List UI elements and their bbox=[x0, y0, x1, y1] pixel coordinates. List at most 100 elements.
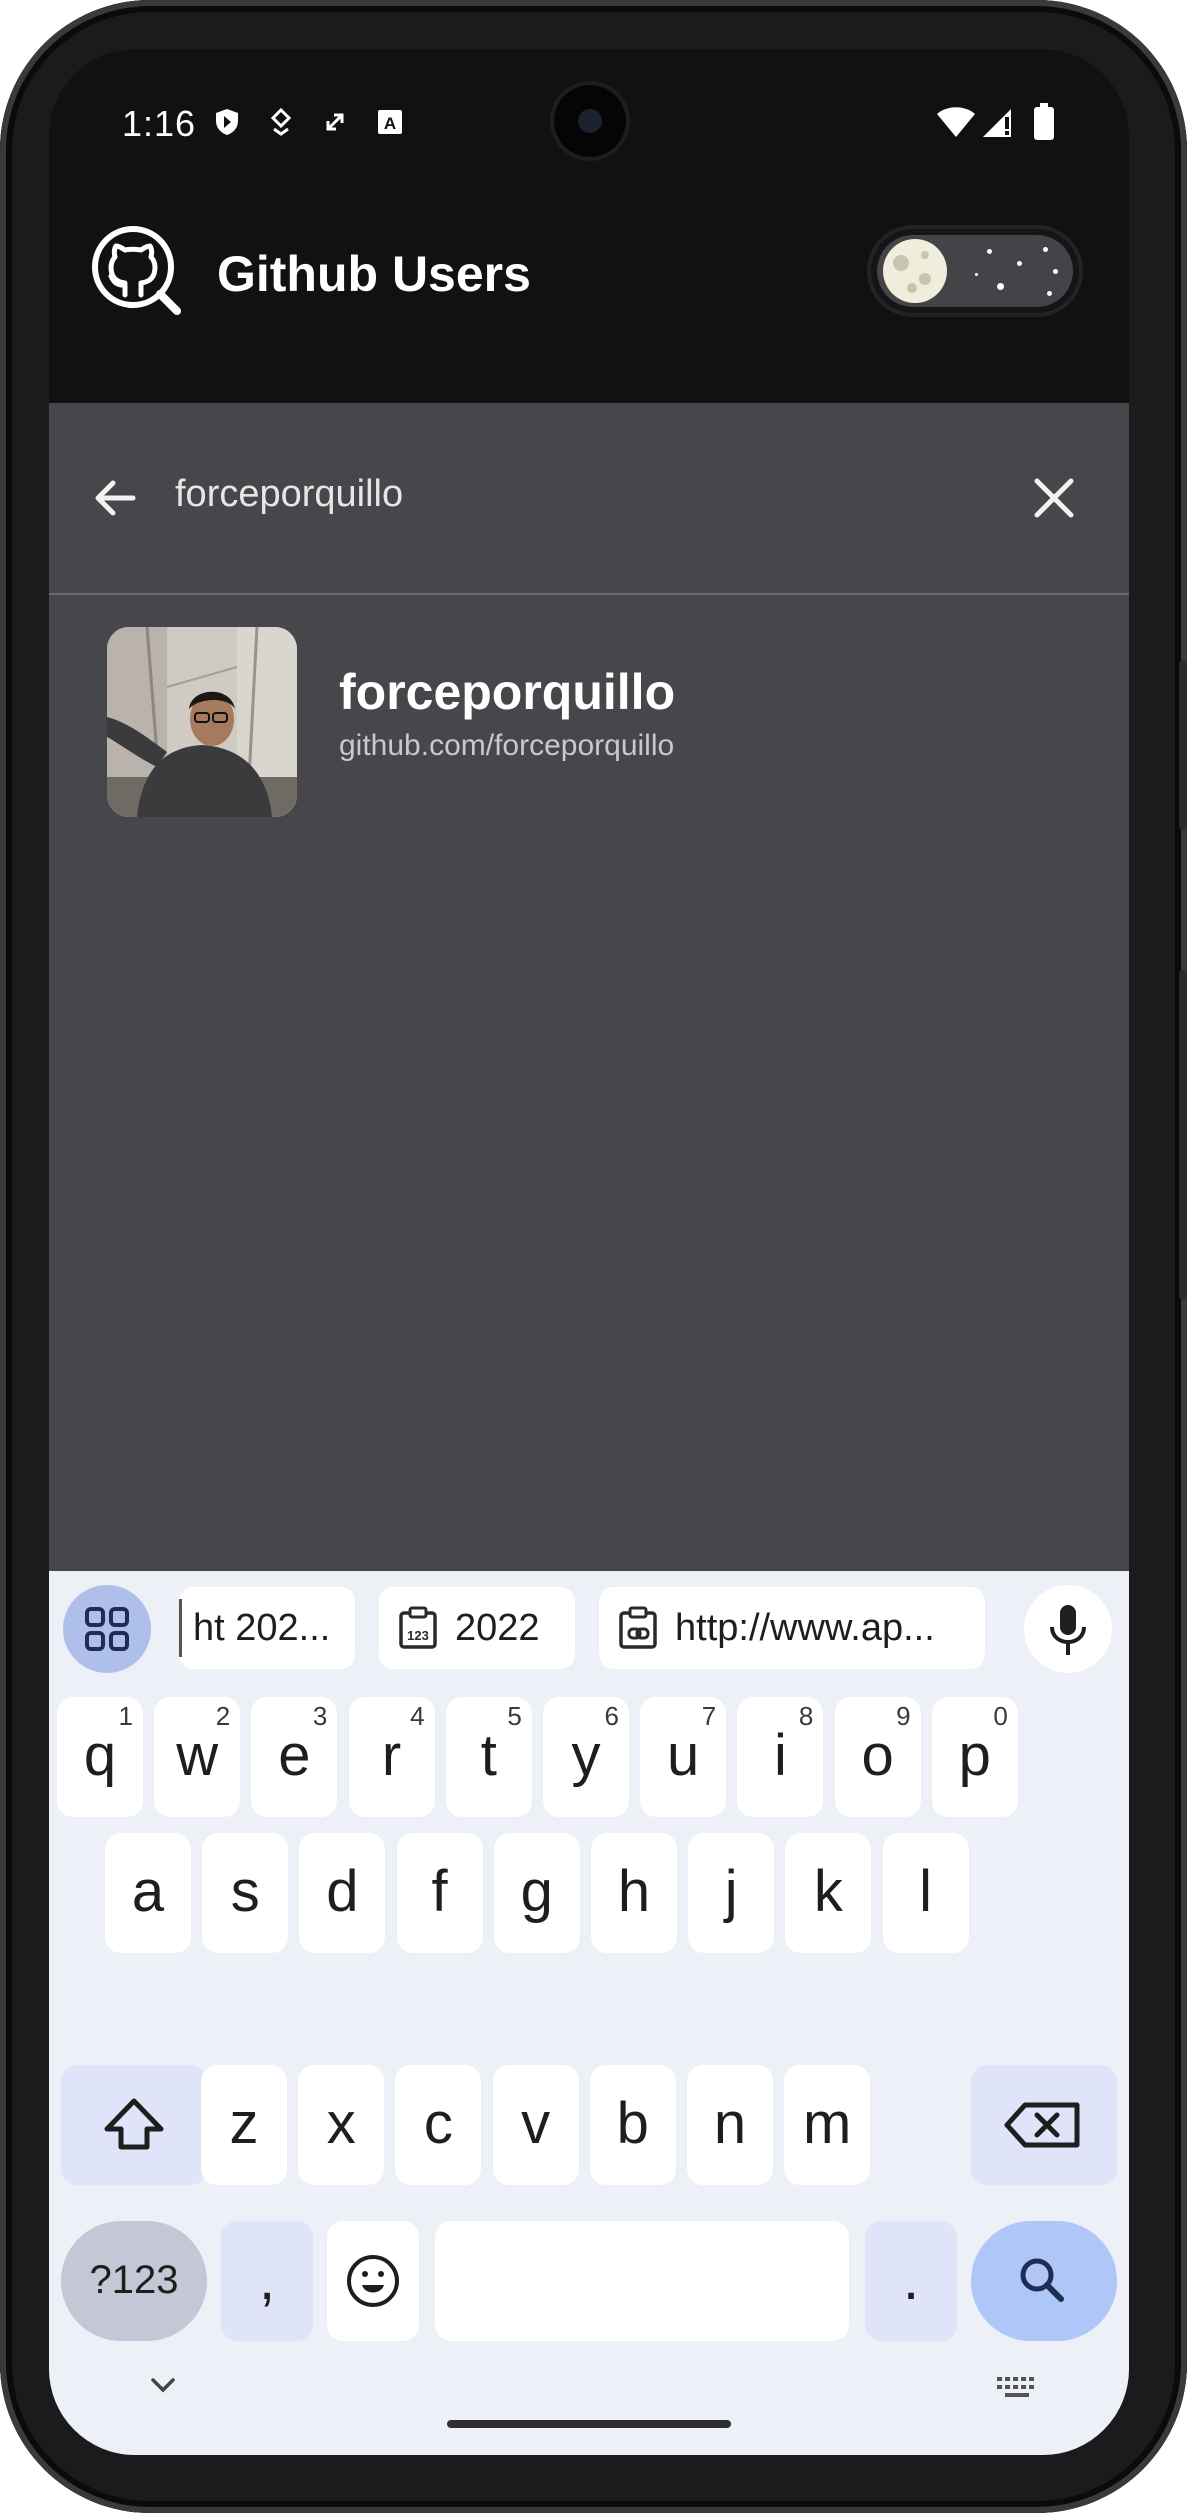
key-x[interactable]: x bbox=[298, 2065, 385, 2185]
key-g[interactable]: g bbox=[493, 1833, 580, 1953]
key-label: m bbox=[803, 2091, 852, 2156]
svg-text:A: A bbox=[384, 114, 396, 133]
key-hint: 6 bbox=[604, 1701, 619, 1731]
key-q[interactable]: q1 bbox=[57, 1697, 143, 1817]
key-label: h bbox=[617, 1859, 651, 1924]
apps-grid-button[interactable] bbox=[63, 1585, 151, 1673]
suggestion-chip[interactable]: http://www.ap... bbox=[599, 1587, 985, 1669]
key-f[interactable]: f bbox=[396, 1833, 483, 1953]
suggestion-chip[interactable]: 123 2022 bbox=[379, 1587, 575, 1669]
avatar bbox=[107, 627, 297, 817]
key-hint: 9 bbox=[896, 1701, 911, 1731]
list-item[interactable]: forceporquillo github.com/forceporquillo bbox=[49, 597, 1129, 817]
key-label: z bbox=[229, 2091, 259, 2156]
key-d[interactable]: d bbox=[299, 1833, 386, 1953]
key-label: n bbox=[713, 2091, 747, 2156]
key-v[interactable]: v bbox=[492, 2065, 579, 2185]
key-label: b bbox=[616, 2091, 649, 2156]
backspace-icon bbox=[1004, 2102, 1080, 2148]
chevron-down-icon[interactable] bbox=[143, 2365, 183, 2405]
signal-icon bbox=[983, 109, 1011, 137]
suggestion-chip[interactable]: ht 202... bbox=[179, 1587, 355, 1669]
clipboard-number-icon: 123 bbox=[399, 1606, 437, 1649]
key-label: q bbox=[83, 1723, 117, 1788]
key-label: l bbox=[919, 1859, 933, 1924]
result-url: github.com/forceporquillo bbox=[339, 729, 675, 762]
key-s[interactable]: s bbox=[202, 1833, 289, 1953]
key-label: c bbox=[423, 2091, 453, 2156]
star-icon bbox=[975, 273, 978, 276]
grid-icon bbox=[85, 1607, 129, 1651]
key-label: s bbox=[230, 1859, 260, 1924]
key-label: v bbox=[521, 2091, 551, 2156]
key-j[interactable]: j bbox=[688, 1833, 775, 1953]
key-m[interactable]: m bbox=[784, 2065, 871, 2185]
key-label: p bbox=[958, 1723, 991, 1788]
key-y[interactable]: y6 bbox=[543, 1697, 629, 1817]
key-c[interactable]: c bbox=[395, 2065, 482, 2185]
moon-icon bbox=[883, 239, 947, 303]
key-t[interactable]: t5 bbox=[445, 1697, 532, 1817]
app-title: Github Users bbox=[217, 246, 531, 302]
key-label: i bbox=[773, 1723, 787, 1788]
dark-mode-toggle[interactable] bbox=[867, 225, 1083, 317]
clip-divider bbox=[179, 1599, 182, 1657]
keyboard-switch-icon[interactable] bbox=[993, 2365, 1041, 2405]
key-label: e bbox=[278, 1723, 311, 1788]
key-i[interactable]: i8 bbox=[737, 1697, 824, 1817]
key-b[interactable]: b bbox=[589, 2065, 676, 2185]
power-button bbox=[1179, 970, 1187, 1300]
key-p[interactable]: p0 bbox=[931, 1697, 1018, 1817]
key-k[interactable]: k bbox=[785, 1833, 872, 1953]
key-label: k bbox=[813, 1859, 843, 1924]
app-bar: Github Users bbox=[49, 185, 1129, 403]
battery-icon bbox=[1034, 103, 1054, 140]
key-label: f bbox=[431, 1859, 448, 1924]
shift-key[interactable] bbox=[61, 2065, 207, 2185]
toggle-track bbox=[877, 235, 1073, 307]
sync-icon bbox=[326, 113, 344, 131]
wifi-icon bbox=[937, 107, 975, 137]
star-icon bbox=[997, 283, 1004, 290]
key-o[interactable]: o9 bbox=[834, 1697, 921, 1817]
suggestion-text: ht 202... bbox=[193, 1607, 331, 1649]
key-e[interactable]: e3 bbox=[251, 1697, 338, 1817]
key-label: w bbox=[176, 1723, 219, 1788]
backspace-key[interactable] bbox=[971, 2065, 1117, 2185]
key-hint: 3 bbox=[312, 1701, 328, 1731]
star-icon bbox=[1043, 247, 1048, 252]
suggestion-text: http://www.ap... bbox=[675, 1607, 935, 1649]
microphone-icon bbox=[1050, 1605, 1086, 1655]
clear-icon[interactable] bbox=[1027, 471, 1081, 525]
autofill-icon: A bbox=[378, 110, 402, 134]
key-label: r bbox=[381, 1723, 402, 1788]
key-l[interactable]: l bbox=[882, 1833, 969, 1953]
key-label: d bbox=[326, 1859, 359, 1924]
status-time: 1:16 bbox=[122, 103, 197, 144]
back-arrow-icon[interactable] bbox=[85, 468, 145, 528]
key-label: x bbox=[326, 2091, 356, 2156]
shift-icon bbox=[104, 2098, 164, 2150]
clipboard-link-icon bbox=[619, 1606, 657, 1649]
key-h[interactable]: h bbox=[591, 1833, 677, 1953]
key-u[interactable]: u7 bbox=[640, 1697, 727, 1817]
key-hint: 8 bbox=[798, 1701, 814, 1731]
key-label: g bbox=[520, 1859, 553, 1924]
search-input[interactable]: forceporquillo bbox=[175, 473, 403, 516]
key-a[interactable]: a bbox=[105, 1833, 191, 1953]
status-bar: 1:16 A bbox=[49, 49, 1129, 185]
key-z[interactable]: z bbox=[201, 2065, 287, 2185]
key-hint: 5 bbox=[507, 1701, 522, 1731]
keyboard: ht 202... 123 2022 http://www.ap... ?123… bbox=[49, 1571, 1129, 2455]
suggestion-text: 2022 bbox=[455, 1607, 540, 1649]
key-hint: 7 bbox=[701, 1701, 717, 1731]
key-n[interactable]: n bbox=[687, 2065, 773, 2185]
key-label: y bbox=[571, 1723, 601, 1788]
voice-input-button[interactable] bbox=[1024, 1585, 1112, 1673]
front-camera bbox=[554, 85, 626, 157]
key-w[interactable]: w2 bbox=[154, 1697, 241, 1817]
star-icon bbox=[1053, 269, 1058, 274]
key-label: t bbox=[480, 1723, 497, 1788]
star-icon bbox=[987, 249, 992, 254]
key-r[interactable]: r4 bbox=[348, 1697, 435, 1817]
